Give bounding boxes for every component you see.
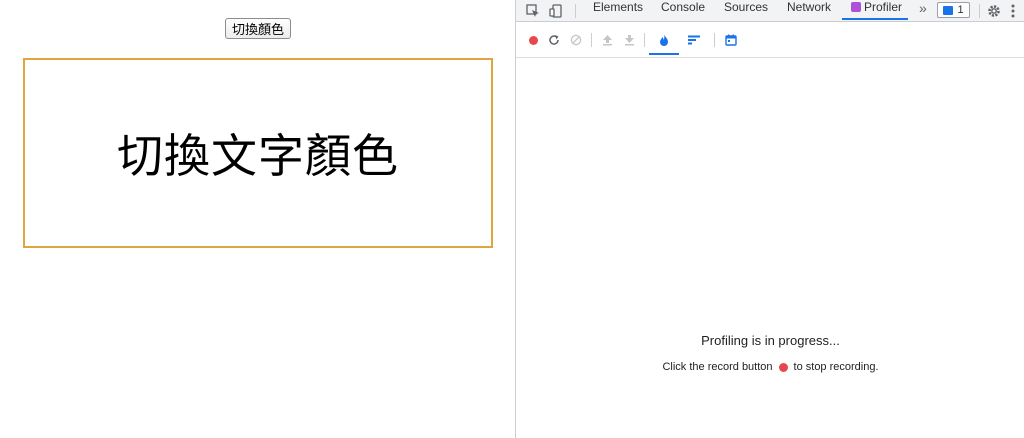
message-icon xyxy=(943,5,954,15)
toolbar-divider xyxy=(644,33,645,47)
messages-count: 1 xyxy=(957,4,964,16)
inspect-element-icon[interactable] xyxy=(525,3,541,19)
status-hint-after: to stop recording. xyxy=(793,361,879,373)
device-toolbar-icon[interactable] xyxy=(548,3,564,19)
upload-icon[interactable] xyxy=(599,32,615,48)
active-view-indicator xyxy=(649,53,679,55)
timeline-calendar-icon[interactable] xyxy=(723,32,739,48)
toolbar-divider xyxy=(591,33,592,47)
tab-sources[interactable]: Sources xyxy=(724,0,768,21)
page-viewport: 切換顏色 切換文字顏色 xyxy=(0,0,515,438)
profiling-status-hint: Click the record button to stop recordin… xyxy=(516,361,1024,373)
toolbar-divider xyxy=(714,33,715,47)
more-options-icon[interactable] xyxy=(1005,3,1021,19)
flamegraph-icon[interactable] xyxy=(656,32,672,48)
clear-icon[interactable] xyxy=(568,32,584,48)
color-text: 切換文字顏色 xyxy=(117,129,399,183)
status-hint-before: Click the record button xyxy=(662,361,773,373)
toggle-color-button[interactable]: 切換顏色 xyxy=(225,18,292,39)
tabbar-divider xyxy=(979,4,980,18)
ranked-chart-icon[interactable] xyxy=(686,32,702,48)
messages-badge[interactable]: 1 xyxy=(937,2,970,18)
record-dot-icon[interactable] xyxy=(778,362,788,372)
profiler-toolbar xyxy=(516,22,1024,58)
tabbar-divider xyxy=(575,4,576,18)
download-icon[interactable] xyxy=(621,32,637,48)
tab-profiler-label: Profiler xyxy=(864,0,903,14)
tab-network[interactable]: Network xyxy=(787,0,831,21)
reload-icon[interactable] xyxy=(546,32,562,48)
react-profiler-icon xyxy=(851,2,861,12)
color-text-box: 切換文字顏色 xyxy=(23,58,493,248)
more-tabs-icon[interactable]: » xyxy=(919,0,927,21)
tab-elements[interactable]: Elements xyxy=(593,0,643,21)
tab-profiler[interactable]: Profiler xyxy=(842,0,908,20)
record-icon[interactable] xyxy=(525,32,541,48)
devtools-tabbar: Elements Console Sources Network Profile… xyxy=(516,0,1024,22)
profiling-status-title: Profiling is in progress... xyxy=(701,333,840,348)
tab-console[interactable]: Console xyxy=(661,0,705,21)
settings-gear-icon[interactable] xyxy=(986,3,1002,19)
devtools-panel: Elements Console Sources Network Profile… xyxy=(515,0,1024,438)
